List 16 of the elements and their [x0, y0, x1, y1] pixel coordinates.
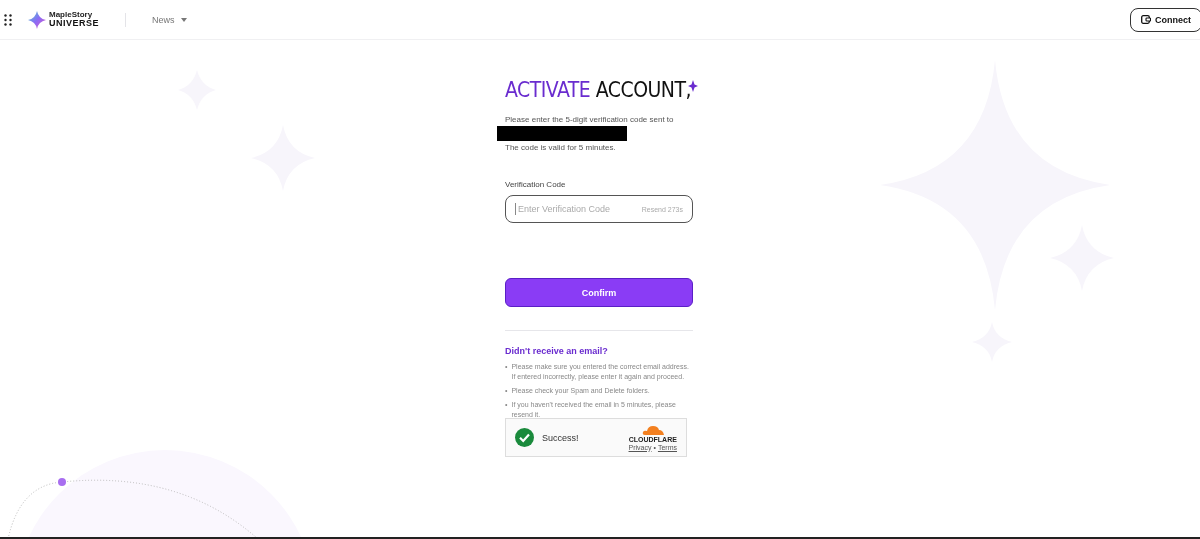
grid-menu-icon[interactable] — [4, 13, 12, 26]
logo-text: UNIVERSE — [49, 19, 99, 28]
help-title: Didn't receive an email? — [505, 346, 609, 356]
wallet-icon — [1141, 15, 1151, 24]
instruction-text: Please enter the 5-digit verification code sent to — [505, 115, 675, 124]
nav-menu[interactable]: News — [150, 12, 189, 27]
page-title: ACTIVATE ACCOUNT, — [505, 78, 691, 102]
logo-icon — [28, 10, 46, 29]
validity-text: The code is valid for 5 minutes. — [505, 143, 617, 152]
cloud-icon — [641, 424, 664, 435]
field-label: Verification Code — [505, 180, 567, 189]
confirm-button[interactable]: Confirm — [505, 278, 693, 307]
logo-text: MapleStory — [49, 11, 93, 19]
captcha-status: Success! — [542, 432, 579, 443]
sparkle-icon — [688, 80, 698, 92]
connect-button[interactable]: Connect — [1130, 7, 1200, 32]
